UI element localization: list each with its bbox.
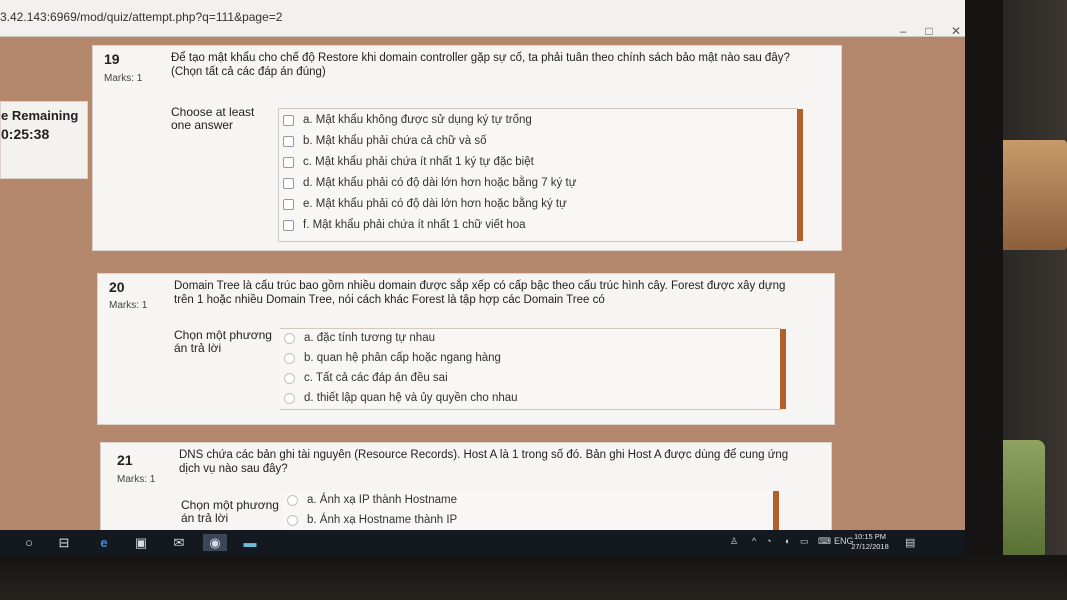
keyboard-icon[interactable]: ⌨ [818, 536, 831, 547]
question-number: 19 [104, 51, 120, 67]
option-label: c. Tất cả các đáp án đều sai [304, 372, 448, 384]
background-chair [1000, 140, 1067, 250]
question-subtext: dịch vụ nào sau đây? [179, 463, 288, 475]
option-label: a. đặc tính tương tự nhau [304, 332, 435, 344]
radio-icon[interactable] [284, 393, 295, 404]
maximize-icon[interactable]: □ [918, 24, 940, 38]
option-d[interactable]: d. thiết lập quan hệ và ủy quyền cho nha… [280, 389, 780, 409]
answer-list: a. Mật khẩu không được sử dụng ký tự trố… [278, 108, 803, 242]
option-b[interactable]: b. Mật khẩu phải chứa cả chữ và số [279, 132, 797, 152]
question-subtext: (Chọn tất cả các đáp án đúng) [171, 66, 326, 78]
radio-icon[interactable] [284, 353, 295, 364]
browser-titlebar: 3.42.143:6969/mod/quiz/attempt.php?q=111… [0, 0, 965, 38]
option-label: b. Ánh xạ Hostname thành IP [307, 514, 458, 526]
radio-icon[interactable] [287, 515, 298, 526]
answer-list: a. Ánh xạ IP thành Hostname b. Ánh xạ Ho… [283, 491, 779, 530]
option-label: d. thiết lập quan hệ và ủy quyền cho nha… [304, 392, 518, 404]
answer-scrollbar[interactable] [797, 109, 803, 241]
address-bar[interactable]: 3.42.143:6969/mod/quiz/attempt.php?q=111… [0, 10, 282, 24]
volume-icon[interactable]: ◖ [784, 536, 789, 546]
edge-icon[interactable]: e [95, 534, 113, 551]
option-a[interactable]: a. đặc tính tương tự nhau [280, 329, 780, 349]
checkbox-icon[interactable] [283, 178, 294, 189]
taskbar: ○ ⊟ e ▣ ✉ ◉ ▬ ♙ ^ ◔ ◖ ▭ ⌨ ENG 10:15 PM 2… [0, 530, 965, 555]
answer-prompt: Chọn một phương án trả lời [174, 328, 272, 355]
store-icon[interactable]: ▣ [132, 534, 150, 551]
question-subtext: trên 1 hoặc nhiều Domain Tree, nói cách … [174, 294, 605, 306]
clock-date: 27/12/2018 [851, 542, 889, 551]
checkbox-icon[interactable] [283, 199, 294, 210]
screen: 3.42.143:6969/mod/quiz/attempt.php?q=111… [0, 0, 965, 530]
option-b[interactable]: b. Ánh xạ Hostname thành IP [283, 511, 773, 530]
option-label: a. Mật khẩu không được sử dụng ký tự trố… [303, 114, 532, 126]
question-marks: Marks: 1 [117, 474, 156, 485]
time-remaining-label: e Remaining [1, 108, 79, 123]
option-d[interactable]: d. Mật khẩu phải có độ dài lớn hơn hoặc … [279, 174, 797, 194]
time-remaining-block: e Remaining 0:25:38 [0, 101, 88, 179]
question-text: Để tạo mật khẩu cho chế độ Restore khi d… [171, 52, 790, 64]
answer-list: a. đặc tính tương tự nhau b. quan hệ phâ… [280, 328, 786, 410]
question-card-21: 21 Marks: 1 DNS chứa các bản ghi tài ngu… [100, 442, 832, 530]
answer-scrollbar[interactable] [773, 491, 779, 530]
app-icon[interactable]: ▬ [240, 534, 260, 551]
option-e[interactable]: e. Mật khẩu phải có độ dài lớn hơn hoặc … [279, 195, 797, 215]
time-remaining-value: 0:25:38 [1, 126, 50, 142]
radio-icon[interactable] [284, 373, 295, 384]
taskbar-clock[interactable]: 10:15 PM 27/12/2018 [848, 532, 892, 552]
chrome-icon[interactable]: ◉ [203, 534, 227, 551]
checkbox-icon[interactable] [283, 115, 294, 126]
answer-prompt: Chọn một phương án trả lời [181, 498, 279, 525]
close-icon[interactable]: ✕ [945, 24, 965, 38]
network-icon[interactable]: ◔ [766, 536, 771, 546]
question-card-19: 19 Marks: 1 Để tạo mật khẩu cho chế độ R… [92, 45, 842, 251]
option-b[interactable]: b. quan hệ phân cấp hoặc ngang hàng [280, 349, 780, 369]
clock-time: 10:15 PM [853, 532, 887, 541]
option-a[interactable]: a. Mật khẩu không được sử dụng ký tự trố… [279, 111, 797, 131]
people-icon[interactable]: ♙ [730, 536, 738, 547]
option-label: d. Mật khẩu phải có độ dài lớn hơn hoặc … [303, 177, 577, 189]
option-c[interactable]: c. Mật khẩu phải chứa ít nhất 1 ký tự đặ… [279, 153, 797, 173]
question-marks: Marks: 1 [104, 73, 143, 84]
radio-icon[interactable] [284, 333, 295, 344]
option-label: f. Mật khẩu phải chứa ít nhất 1 chữ viết… [303, 219, 526, 231]
monitor-bezel-edge [965, 0, 1003, 560]
option-label: b. quan hệ phân cấp hoặc ngang hàng [304, 352, 501, 364]
option-label: c. Mật khẩu phải chứa ít nhất 1 ký tự đặ… [303, 156, 534, 168]
mail-icon[interactable]: ✉ [170, 534, 188, 551]
checkbox-icon[interactable] [283, 157, 294, 168]
question-number: 20 [109, 279, 125, 295]
quiz-page: e Remaining 0:25:38 19 Marks: 1 Để tạo m… [0, 37, 965, 530]
option-label: b. Mật khẩu phải chứa cả chữ và số [303, 135, 487, 147]
battery-icon[interactable]: ▭ [800, 536, 809, 547]
answer-scrollbar[interactable] [780, 329, 786, 409]
checkbox-icon[interactable] [283, 136, 294, 147]
radio-icon[interactable] [287, 495, 298, 506]
notification-icon[interactable]: ▤ [905, 536, 915, 549]
option-label: a. Ánh xạ IP thành Hostname [307, 494, 458, 506]
option-f[interactable]: f. Mật khẩu phải chứa ít nhất 1 chữ viết… [279, 216, 797, 236]
tray-chevron-icon[interactable]: ^ [752, 536, 756, 546]
question-number: 21 [117, 452, 133, 468]
question-text: Domain Tree là cấu trúc bao gồm nhiều do… [174, 280, 786, 292]
option-c[interactable]: c. Tất cả các đáp án đều sai [280, 369, 780, 389]
start-circle-icon[interactable]: ○ [20, 534, 38, 551]
checkbox-icon[interactable] [283, 220, 294, 231]
question-text: DNS chứa các bản ghi tài nguyên (Resourc… [179, 449, 789, 461]
question-card-20: 20 Marks: 1 Domain Tree là cấu trúc bao … [97, 273, 835, 425]
question-marks: Marks: 1 [109, 300, 148, 311]
minimize-icon[interactable]: – [892, 24, 914, 38]
answer-prompt: Choose at least one answer [171, 105, 255, 132]
monitor-bezel-bottom [0, 555, 1067, 600]
option-label: e. Mật khẩu phải có độ dài lớn hơn hoặc … [303, 198, 567, 210]
option-a[interactable]: a. Ánh xạ IP thành Hostname [283, 491, 773, 511]
task-view-icon[interactable]: ⊟ [55, 534, 73, 551]
